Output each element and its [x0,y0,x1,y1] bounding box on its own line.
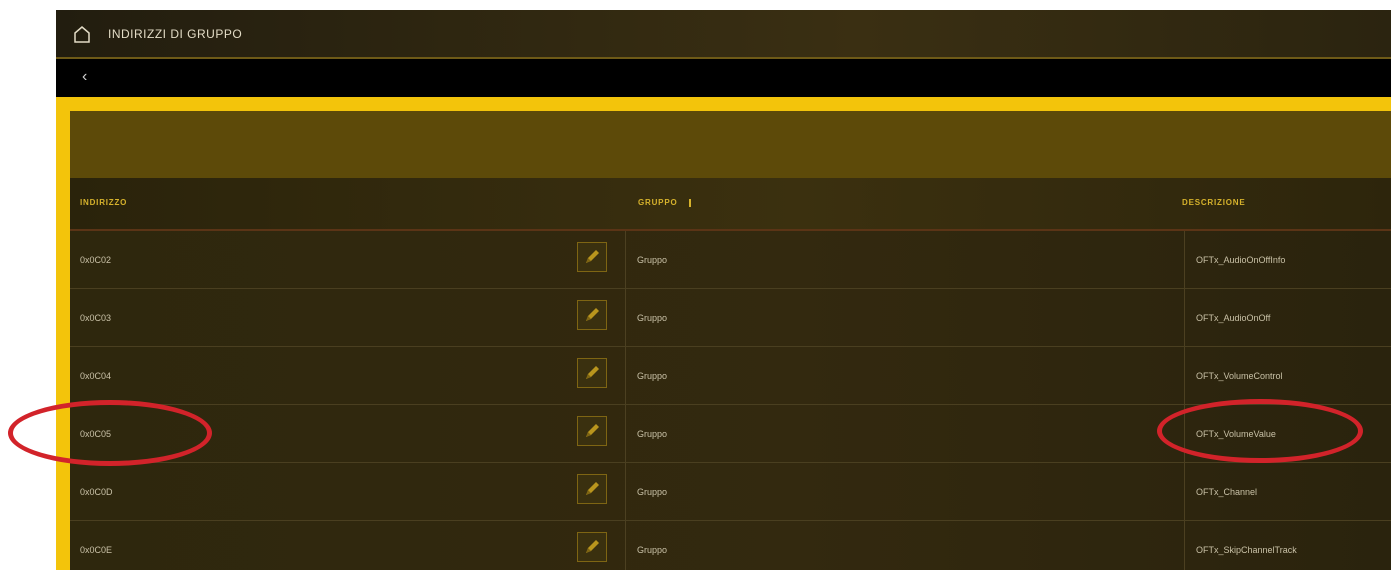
annotation-ellipse-address [8,400,212,466]
column-divider [1184,289,1185,346]
group-cell: Gruppo [637,487,668,497]
pencil-icon [586,540,599,553]
column-divider [1184,521,1185,570]
description-cell: OFTx_Channel [1196,487,1258,497]
group-cell: Gruppo [637,429,668,439]
column-header-description[interactable]: DESCRIZIONE [1182,198,1245,207]
column-divider [625,231,626,288]
accent-top-border [56,97,1391,111]
back-arrow-icon[interactable]: ‹ [82,68,100,86]
column-divider [1184,347,1185,404]
table-header: INDIRIZZO GRUPPO DESCRIZIONE [70,178,1391,231]
page-title: INDIRIZZI DI GRUPPO [108,26,243,41]
panel-header [70,111,1391,178]
home-icon[interactable] [72,24,92,44]
column-divider [1184,231,1185,288]
pencil-icon [586,250,599,263]
description-cell: OFTx_SkipChannelTrack [1196,545,1297,555]
description-cell: OFTx_AudioOnOffInfo [1196,255,1286,265]
group-cell: Gruppo [637,255,668,265]
column-divider [625,405,626,462]
edit-button[interactable] [577,300,607,330]
edit-button[interactable] [577,358,607,388]
table-row[interactable]: 0x0C02 Gruppo OFTx_AudioOnOffInfo [70,231,1391,289]
edit-button[interactable] [577,532,607,562]
table-row[interactable]: 0x0C0D Gruppo OFTx_Channel [70,463,1391,521]
address-cell: 0x0C0E [80,545,113,555]
edit-button[interactable] [577,242,607,272]
group-cell: Gruppo [637,371,668,381]
description-cell: OFTx_VolumeControl [1196,371,1283,381]
address-cell: 0x0C0D [80,487,113,497]
group-cell: Gruppo [637,313,668,323]
address-cell: 0x0C03 [80,313,112,323]
column-header-group-label: GRUPPO [638,198,678,207]
accent-left-border [56,97,70,570]
column-divider [625,521,626,570]
group-cell: Gruppo [637,545,668,555]
address-cell: 0x0C04 [80,371,112,381]
app-window: INDIRIZZI DI GRUPPO ‹ INDIRIZZO GRUPPO D… [56,10,1391,570]
column-header-group[interactable]: GRUPPO [638,198,693,207]
group-address-table: INDIRIZZO GRUPPO DESCRIZIONE 0x0C02 Grup… [70,178,1391,570]
pencil-icon [586,482,599,495]
annotation-ellipse-description [1157,399,1363,463]
column-divider [625,289,626,346]
sort-icon[interactable] [687,198,693,207]
address-cell: 0x0C02 [80,255,112,265]
column-divider [625,463,626,520]
table-row[interactable]: 0x0C0E Gruppo OFTx_SkipChannelTrack [70,521,1391,570]
pencil-icon [586,424,599,437]
pencil-icon [586,308,599,321]
nav-bar: ‹ [56,59,1391,97]
edit-button[interactable] [577,474,607,504]
edit-button[interactable] [577,416,607,446]
column-divider [625,347,626,404]
column-header-address[interactable]: INDIRIZZO [80,198,127,207]
column-divider [1184,463,1185,520]
table-row[interactable]: 0x0C04 Gruppo OFTx_VolumeControl [70,347,1391,405]
pencil-icon [586,366,599,379]
description-cell: OFTx_AudioOnOff [1196,313,1271,323]
table-row[interactable]: 0x0C03 Gruppo OFTx_AudioOnOff [70,289,1391,347]
title-bar: INDIRIZZI DI GRUPPO [56,10,1391,59]
